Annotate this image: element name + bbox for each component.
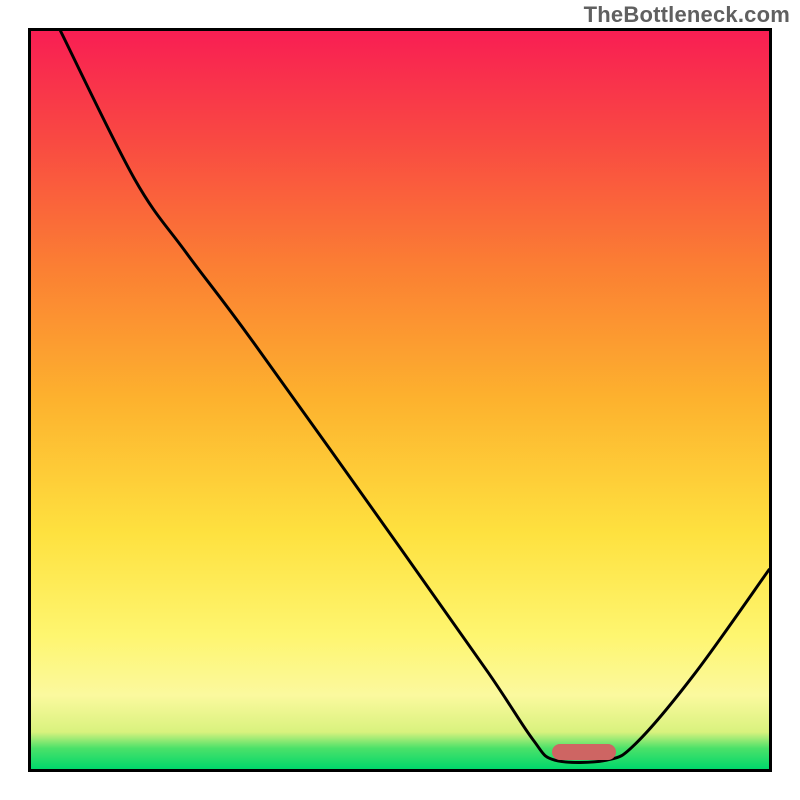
plot-area <box>28 28 772 772</box>
chart-stage: TheBottleneck.com <box>0 0 800 800</box>
curve-line <box>31 31 769 769</box>
watermark-text: TheBottleneck.com <box>584 2 790 28</box>
trough-marker <box>552 744 616 760</box>
